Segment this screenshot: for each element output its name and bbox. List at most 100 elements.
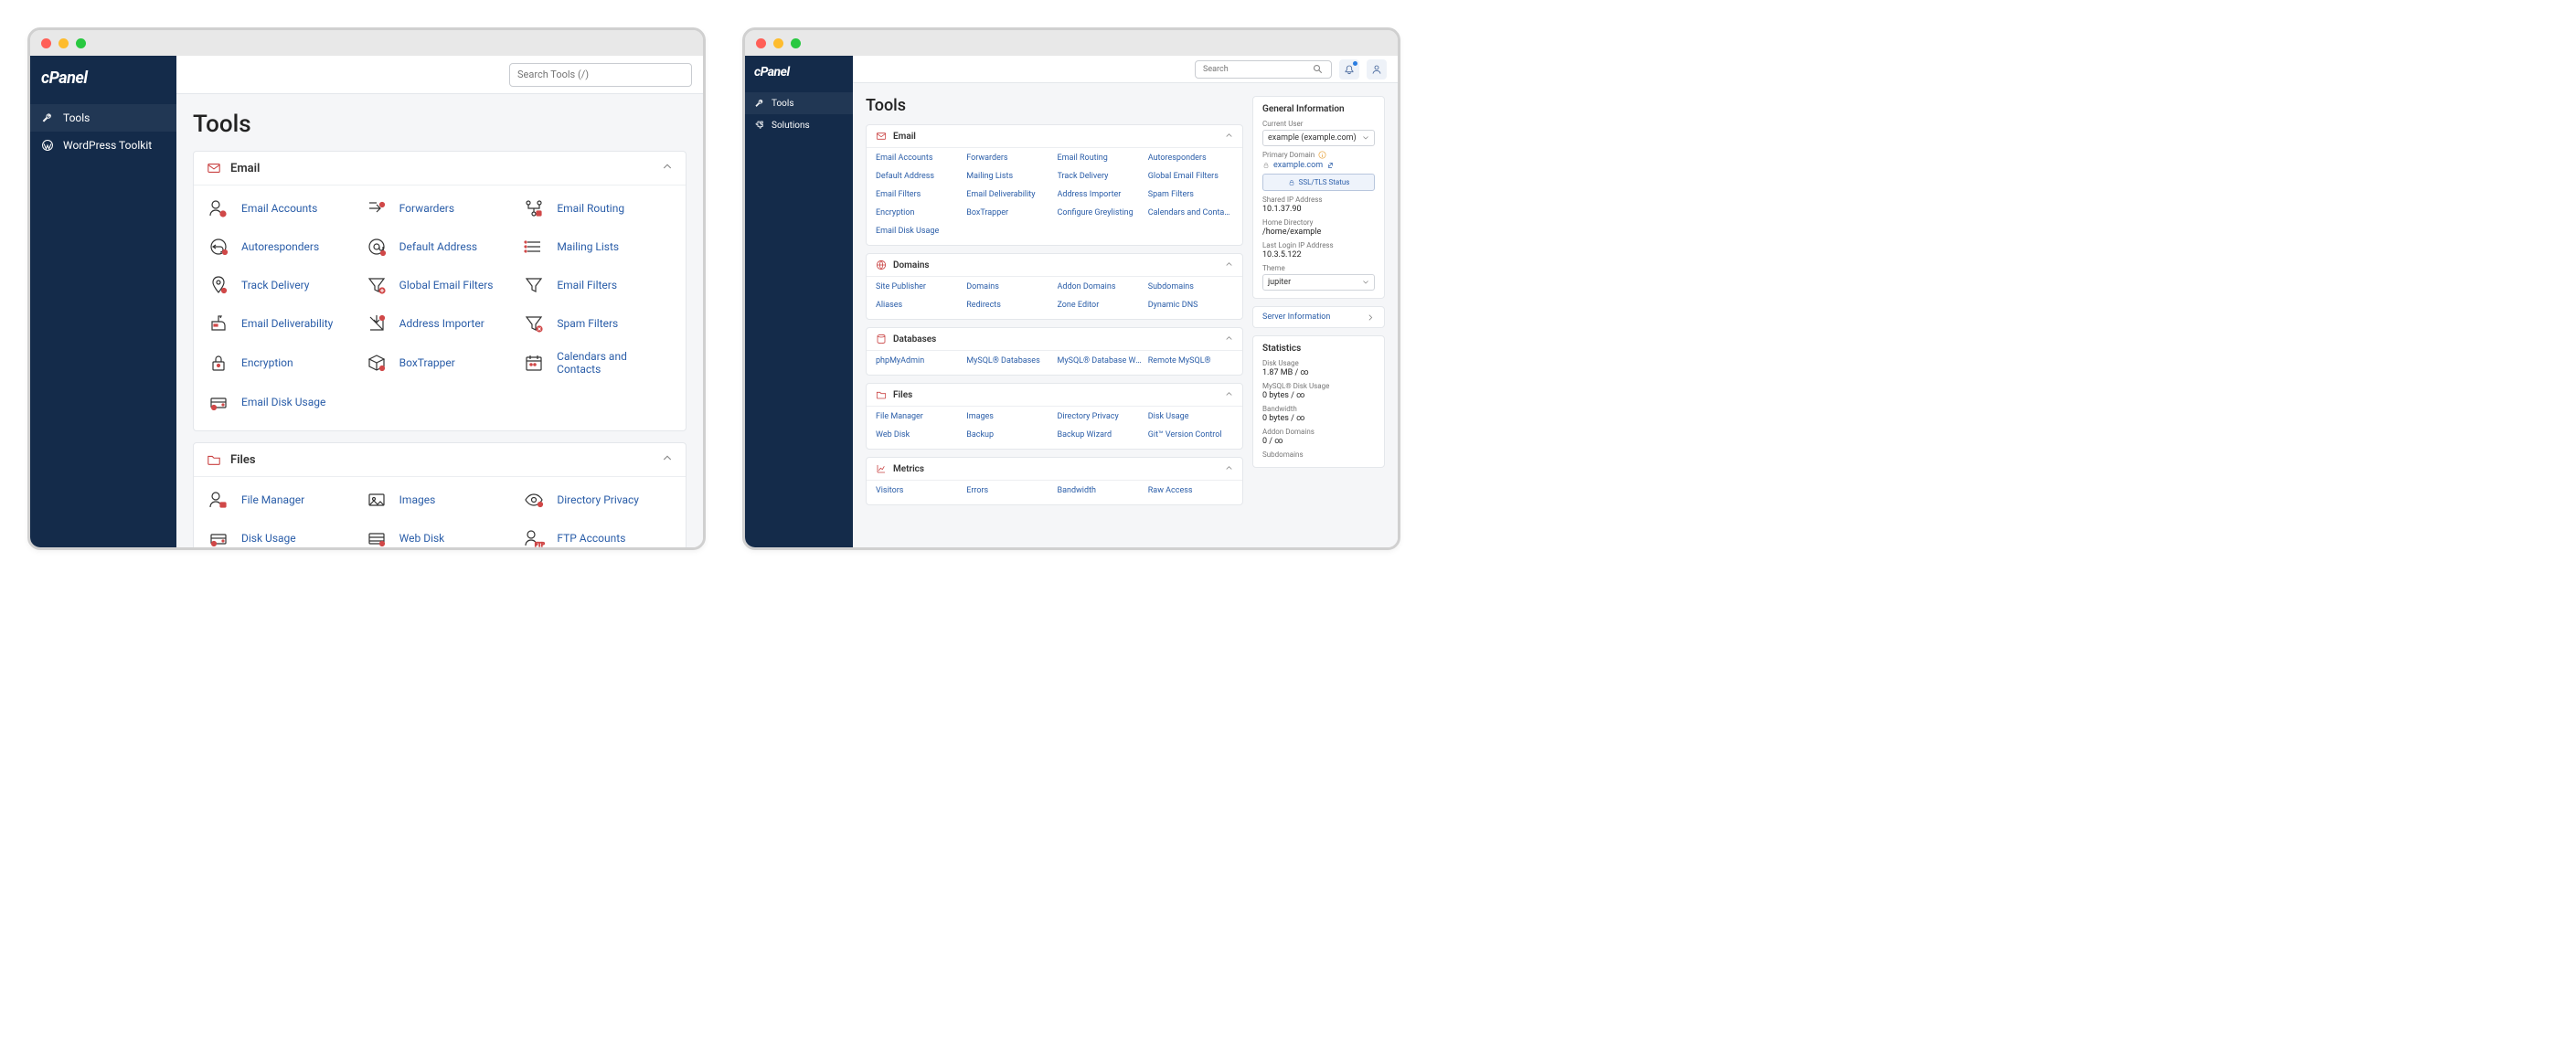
tool-link[interactable]: Track Delivery	[1058, 170, 1143, 183]
tool-item[interactable]: Email Deliverability	[207, 308, 357, 339]
tool-link[interactable]: Backup Wizard	[1058, 429, 1143, 441]
tool-link[interactable]: MySQL® Database Wizard	[1058, 355, 1143, 367]
group-header-files[interactable]: Files	[867, 384, 1242, 407]
notifications-button[interactable]	[1339, 59, 1359, 79]
tool-link[interactable]: Email Routing	[557, 202, 624, 215]
tool-link[interactable]: Forwarders	[399, 202, 454, 215]
tool-link[interactable]: Directory Privacy	[1058, 410, 1143, 423]
primary-domain-link[interactable]: example.com	[1262, 161, 1375, 170]
tool-item[interactable]: Calendars and Contacts	[522, 346, 673, 379]
tool-link[interactable]: Address Importer	[399, 317, 484, 330]
tool-link[interactable]: Bandwidth	[1058, 484, 1143, 497]
maximize-dot[interactable]	[76, 38, 86, 48]
sidebar-item-tools[interactable]: Tools	[30, 104, 176, 132]
close-dot[interactable]	[41, 38, 51, 48]
tool-link[interactable]: Email Disk Usage	[876, 225, 961, 238]
tool-item[interactable]: Address Importer	[365, 308, 516, 339]
tool-link[interactable]: Images	[966, 410, 1051, 423]
tool-item[interactable]: File Manager	[207, 484, 357, 515]
tool-link[interactable]: Encryption	[241, 356, 293, 369]
tool-link[interactable]: Encryption	[876, 207, 961, 219]
tool-item[interactable]: Web Disk	[365, 523, 516, 547]
tool-link[interactable]: File Manager	[876, 410, 961, 423]
group-header-databases[interactable]: Databases	[867, 328, 1242, 351]
tool-link[interactable]: Email Filters	[557, 279, 617, 291]
tool-link[interactable]: Disk Usage	[241, 532, 296, 545]
tool-link[interactable]: Addon Domains	[1058, 281, 1143, 293]
tool-link[interactable]: phpMyAdmin	[876, 355, 961, 367]
tool-link[interactable]: Spam Filters	[1148, 188, 1233, 201]
tool-link[interactable]: Aliases	[876, 299, 961, 312]
tool-link[interactable]: Global Email Filters	[1148, 170, 1233, 183]
tool-link[interactable]: Email Disk Usage	[241, 396, 325, 408]
user-menu-button[interactable]	[1367, 59, 1387, 79]
tool-item[interactable]: Directory Privacy	[522, 484, 673, 515]
search-box[interactable]	[509, 63, 692, 87]
minimize-dot[interactable]	[773, 38, 783, 48]
tool-link[interactable]: Default Address	[399, 240, 477, 253]
tool-link[interactable]: Email Filters	[876, 188, 961, 201]
tool-link[interactable]: Remote MySQL®	[1148, 355, 1233, 367]
tool-item[interactable]: Images	[365, 484, 516, 515]
tool-link[interactable]: Default Address	[876, 170, 961, 183]
group-header-files[interactable]: Files	[194, 443, 686, 477]
tool-link[interactable]: Visitors	[876, 484, 961, 497]
server-info-link[interactable]: Server Information	[1252, 306, 1385, 328]
tool-item[interactable]: Forwarders	[365, 193, 516, 224]
tool-link[interactable]: Site Publisher	[876, 281, 961, 293]
tool-link[interactable]: Errors	[966, 484, 1051, 497]
tool-item[interactable]: Mailing Lists	[522, 231, 673, 262]
tool-link[interactable]: Forwarders	[966, 152, 1051, 164]
group-header-email[interactable]: Email	[194, 152, 686, 185]
maximize-dot[interactable]	[791, 38, 801, 48]
tool-item[interactable]: Email Accounts	[207, 193, 357, 224]
sidebar-item-tools[interactable]: Tools	[745, 92, 853, 114]
search-input[interactable]	[1203, 65, 1313, 74]
tool-link[interactable]: Web Disk	[399, 532, 445, 545]
tool-item[interactable]: FTPFTP Accounts	[522, 523, 673, 547]
tool-link[interactable]: Raw Access	[1148, 484, 1233, 497]
tool-link[interactable]: Zone Editor	[1058, 299, 1143, 312]
sidebar-item-solutions[interactable]: Solutions	[745, 114, 853, 136]
tool-item[interactable]: Encryption	[207, 346, 357, 379]
tool-link[interactable]: Track Delivery	[241, 279, 309, 291]
group-header-email[interactable]: Email	[867, 125, 1242, 148]
tool-item[interactable]: Track Delivery	[207, 270, 357, 301]
search-input[interactable]	[517, 69, 684, 80]
tool-link[interactable]: Email Routing	[1058, 152, 1143, 164]
tool-link[interactable]: Dynamic DNS	[1148, 299, 1233, 312]
sidebar-item-wordpress[interactable]: WordPress Toolkit	[30, 132, 176, 159]
ssl-status-button[interactable]: SSL/TLS Status	[1262, 174, 1375, 191]
tool-link[interactable]: Images	[399, 493, 436, 506]
tool-link[interactable]: Email Deliverability	[241, 317, 333, 330]
tool-item[interactable]: BoxTrapper	[365, 346, 516, 379]
tool-link[interactable]: Backup	[966, 429, 1051, 441]
tool-link[interactable]: Directory Privacy	[557, 493, 639, 506]
tool-item[interactable]: Autoresponders	[207, 231, 357, 262]
tool-link[interactable]: Git™ Version Control	[1148, 429, 1233, 441]
tool-item[interactable]: Email Disk Usage	[207, 387, 357, 418]
close-dot[interactable]	[756, 38, 766, 48]
tool-link[interactable]: Autoresponders	[241, 240, 319, 253]
tool-link[interactable]: BoxTrapper	[399, 356, 455, 369]
tool-item[interactable]: Disk Usage	[207, 523, 357, 547]
tool-item[interactable]: Spam Filters	[522, 308, 673, 339]
search-box[interactable]	[1195, 60, 1332, 79]
group-header-metrics[interactable]: Metrics	[867, 458, 1242, 481]
tool-link[interactable]: Address Importer	[1058, 188, 1143, 201]
tool-item[interactable]: Email Filters	[522, 270, 673, 301]
tool-link[interactable]: Autoresponders	[1148, 152, 1233, 164]
tool-item[interactable]: Default Address	[365, 231, 516, 262]
tool-link[interactable]: Web Disk	[876, 429, 961, 441]
tool-link[interactable]: Global Email Filters	[399, 279, 494, 291]
tool-link[interactable]: Mailing Lists	[557, 240, 619, 253]
tool-link[interactable]: Domains	[966, 281, 1051, 293]
tool-link[interactable]: BoxTrapper	[966, 207, 1051, 219]
tool-link[interactable]: Configure Greylisting	[1058, 207, 1143, 219]
tool-link[interactable]: Redirects	[966, 299, 1051, 312]
tool-link[interactable]: MySQL® Databases	[966, 355, 1051, 367]
tool-link[interactable]: Disk Usage	[1148, 410, 1233, 423]
tool-link[interactable]: Email Accounts	[876, 152, 961, 164]
tool-item[interactable]: Email Routing	[522, 193, 673, 224]
group-header-domains[interactable]: Domains	[867, 254, 1242, 277]
